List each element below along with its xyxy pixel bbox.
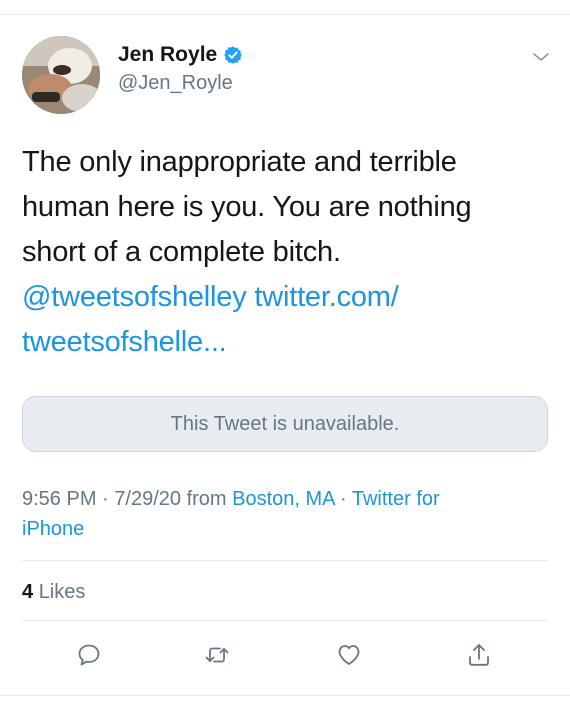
display-name[interactable]: Jen Royle [118,42,217,68]
chevron-down-icon[interactable] [530,46,552,68]
verified-badge-icon [223,45,243,65]
url-link-continued[interactable]: tweetsofshelle... [22,326,227,358]
meta-separator: · [339,488,347,510]
divider [22,620,548,621]
mention-link[interactable]: @tweetsofshelley [22,281,247,313]
author-handle[interactable]: @Jen_Royle [118,69,243,97]
bottom-divider [0,695,570,696]
avatar[interactable] [22,36,100,114]
tweet-text-line: The only inappropriate and terrible [22,146,457,178]
url-link[interactable]: twitter.com/ [254,281,398,313]
client-link-continued[interactable]: iPhone [22,518,84,540]
likes-label: Likes [38,581,86,603]
meta-line: 9:56 PM · 7/29/20 from Boston, MA · Twit… [22,484,542,514]
author-names: Jen Royle @Jen_Royle [118,42,243,97]
quoted-tweet-unavailable[interactable]: This Tweet is unavailable. [22,396,548,452]
tweet-date[interactable]: 7/29/20 [114,488,181,510]
top-divider [0,14,570,15]
tweet-text-line: tweetsofshelle... [22,320,552,365]
client-link[interactable]: Twitter for [352,488,440,510]
likes-row[interactable]: 4 Likes [22,578,85,606]
reply-icon[interactable] [74,640,104,670]
meta-separator: · [102,488,109,510]
from-label: from [186,488,227,510]
action-bar [22,634,548,678]
heart-icon[interactable] [334,640,364,670]
tweet-text-line: @tweetsofshelley twitter.com/ [22,275,552,320]
avatar-image [22,36,100,114]
quoted-tweet-message: This Tweet is unavailable. [170,412,400,435]
tweet-text: The only inappropriate and terrible huma… [22,140,552,365]
tweet-header: Jen Royle @Jen_Royle [22,36,552,114]
likes-count: 4 [22,581,34,603]
tweet-time[interactable]: 9:56 PM [22,488,96,510]
retweet-icon[interactable] [202,640,232,670]
location-link[interactable]: Boston, MA [232,488,334,510]
divider [22,560,548,561]
tweet-text-line: short of a complete bitch. [22,236,341,268]
tweet-meta: 9:56 PM · 7/29/20 from Boston, MA · Twit… [22,484,542,544]
tweet-text-line: human here is you. You are nothing [22,191,472,223]
share-icon[interactable] [464,640,494,670]
meta-line: iPhone [22,514,542,544]
display-name-row: Jen Royle [118,42,243,68]
